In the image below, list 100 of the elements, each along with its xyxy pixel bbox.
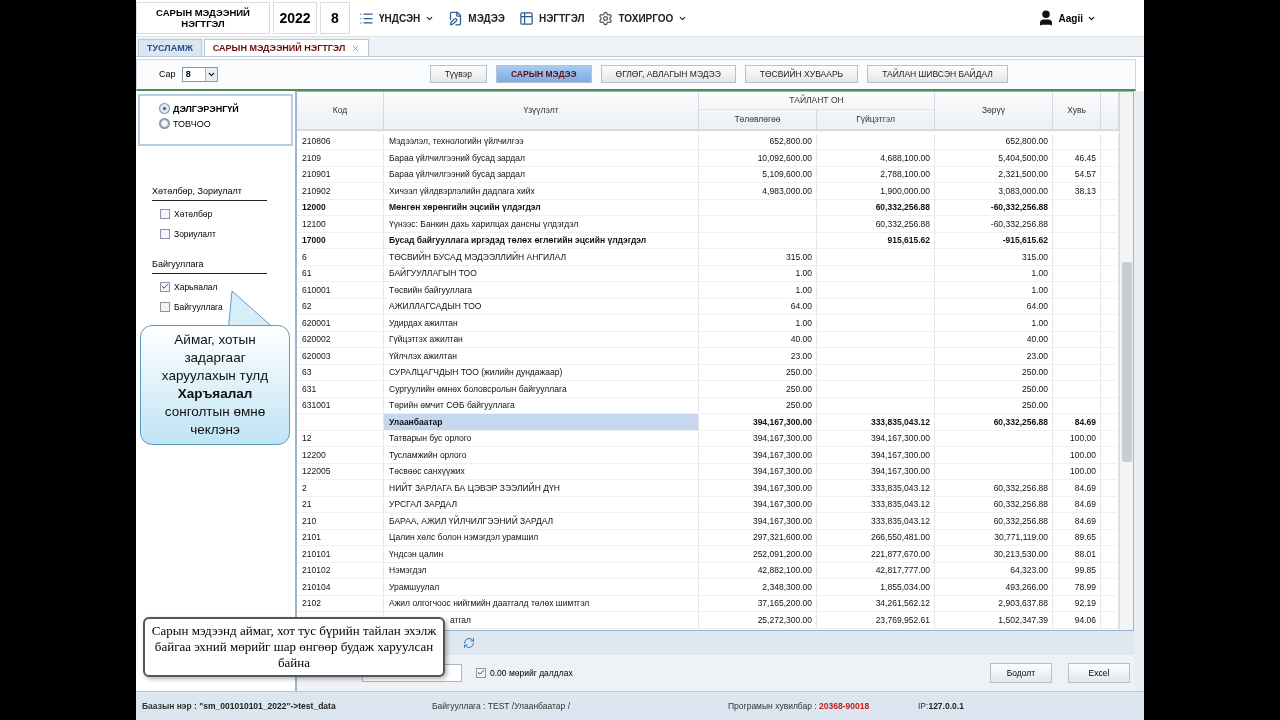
table-cell: БАРАА, АЖИЛ ҮЙЛЧИЛГЭЭНИЙ ЗАРДАЛ <box>384 513 699 529</box>
table-cell: СУРАЛЦАГЧДЫН ТОО (жилийн дундажаар) <box>384 364 699 381</box>
action-button[interactable]: Excel <box>1068 662 1130 683</box>
table-cell: 84.69 <box>1053 414 1101 430</box>
table-cell: 61 <box>297 265 384 282</box>
month-select[interactable]: 8 <box>181 66 218 82</box>
menu-item[interactable]: ҮНДСЭН <box>359 10 435 26</box>
checkbox[interactable] <box>476 667 486 678</box>
checkmark-icon <box>477 668 485 678</box>
table-cell: 92.19 <box>1053 595 1101 612</box>
table-cell: 1.00 <box>699 282 817 298</box>
hint-tooltip: Аймаг, хотын задаргааг харуулахын тулд Харъяалал сонголтын өмнө чеклэнэ <box>140 325 290 445</box>
refresh-icon[interactable] <box>463 636 475 649</box>
view-button[interactable]: ТӨСВИЙН ХУВААРЬ <box>744 65 859 84</box>
table-cell: 2 <box>297 480 384 496</box>
table-cell: -60,332,256.88 <box>935 199 1053 216</box>
table-cell: 250.00 <box>699 381 817 397</box>
table-cell: 2102 <box>297 595 384 612</box>
table-cell: -915,615.62 <box>935 232 1053 249</box>
list-icon <box>359 10 374 26</box>
table-cell: 2109 <box>297 150 384 166</box>
view-button[interactable]: ТАЙЛАН ШИВСЭН БАЙДАЛ <box>867 65 1008 84</box>
table-cell: 631001 <box>297 397 384 414</box>
table-cell: 2101 <box>297 529 384 546</box>
table-cell: 23.00 <box>699 348 817 364</box>
table-cell: 100.00 <box>1053 463 1101 480</box>
table-cell: 221,877,670.00 <box>817 546 935 562</box>
table-cell: 1.00 <box>699 315 817 331</box>
table-cell: 54.57 <box>1053 166 1101 183</box>
table-cell: 12 <box>297 430 384 447</box>
table-cell: 60,332,256.88 <box>935 496 1053 513</box>
note-tooltip: Сарын мэдээнд аймаг, хот тус бүрийн тайлан эхэлж байгаа эхний мөрийг шар өнгөөр будаж харуулсан байна <box>143 617 445 677</box>
table-icon <box>518 10 534 26</box>
table-cell: 63 <box>297 364 384 381</box>
table-cell: Мэдээлэл, технологийн үйлчилгээ <box>384 133 699 150</box>
table-cell: 394,167,300.00 <box>817 447 935 463</box>
table-cell: 210902 <box>297 183 384 199</box>
table-cell: 333,835,043.12 <box>817 414 935 430</box>
checkbox-label: Байгууллага <box>174 301 223 312</box>
status-text: Програмын хувилбар : 20368-90018 <box>728 700 871 711</box>
settings-icon <box>598 10 614 26</box>
table-cell: Ажил олгогчоос нийгмийн даатгалд төлөх шимтгэл <box>384 595 699 612</box>
table-cell: Удирдах ажилтан <box>384 315 699 331</box>
checkbox[interactable] <box>160 208 170 219</box>
group-title: Байгууллага <box>152 258 267 274</box>
table-cell: 210901 <box>297 166 384 183</box>
table-cell: 1.00 <box>699 265 817 282</box>
radio-label: ДЭЛГЭРЭНГҮЙ <box>173 103 239 114</box>
view-button[interactable]: ӨГЛӨГ, АВЛАГЫН МЭДЭЭ <box>600 65 736 84</box>
table-cell: Төсвийн байгууллага <box>384 282 699 298</box>
view-button[interactable]: САРЫН МЭДЭЭ <box>495 65 592 84</box>
table-cell: 60,332,256.88 <box>935 414 1053 430</box>
table-cell: 46.45 <box>1053 150 1101 166</box>
table-cell: 10,092,600.00 <box>699 150 817 166</box>
table-cell: 333,835,043.12 <box>817 480 935 496</box>
radio-button[interactable] <box>160 119 169 129</box>
table-cell: 315.00 <box>935 249 1053 265</box>
column-header: Зөрүү <box>935 91 1053 130</box>
table-cell: 12200 <box>297 447 384 463</box>
table-cell: 394,167,300.00 <box>699 414 817 430</box>
column-header: Үзүүлэлт <box>384 91 699 130</box>
table-cell: ТӨСВИЙН БУСАД МЭДЭЭЛЛИЙН АНГИЛАЛ <box>384 249 699 265</box>
table-cell: Бараа үйлчилгээний бусад зардал <box>384 166 699 183</box>
checkbox[interactable] <box>160 301 170 312</box>
action-button[interactable]: Бодолт <box>990 662 1052 683</box>
table-cell: 210806 <box>297 133 384 150</box>
table-cell: 394,167,300.00 <box>817 463 935 480</box>
table-cell: БАЙГУУЛЛАГЫН ТОО <box>384 265 699 282</box>
menu-item[interactable]: МЭДЭЭ <box>448 10 505 26</box>
menu-item[interactable]: ТОХИРГОО <box>598 10 688 26</box>
tab[interactable]: САРЫН МЭДЭЭНИЙ НЭГТГЭЛ <box>203 39 370 57</box>
table-cell: 315.00 <box>699 249 817 265</box>
table-cell: Хичээл үйлдвэрлэлийн дадлага хийх <box>384 183 699 199</box>
table-cell: 620001 <box>297 315 384 331</box>
scrollbar[interactable] <box>1119 91 1133 630</box>
view-button[interactable]: Түүвэр <box>429 65 487 84</box>
table-cell: 652,800.00 <box>699 133 817 150</box>
column-header: Код <box>297 91 384 130</box>
table-cell: 394,167,300.00 <box>699 496 817 513</box>
table-cell: 17000 <box>297 232 384 249</box>
table-cell: 12100 <box>297 216 384 232</box>
table-cell: Үүнээс: Банкин дахь харилцах дансны үлдэгдэл <box>384 216 699 232</box>
table-cell: 333,835,043.12 <box>817 513 935 529</box>
table-cell: Улаанбаатар <box>384 414 699 430</box>
app-title: САРЫН МЭДЭЭНИЙ НЭГТГЭЛ <box>136 2 270 35</box>
close-icon[interactable] <box>351 43 361 53</box>
checkbox[interactable] <box>160 228 170 239</box>
radio-label: ТОВЧОО <box>173 118 211 129</box>
table-cell: Гүйцэтгэх ажилтан <box>384 331 699 348</box>
table-cell: 64.00 <box>699 298 817 315</box>
column-group-header: ТАЙЛАНТ ОН <box>699 91 935 110</box>
user-menu[interactable]: Aagii <box>1036 2 1096 35</box>
column-header: Төлөвлөгөө <box>699 109 817 130</box>
table-cell: Сургуулийн өмнөх боловсролын байгууллага <box>384 381 699 397</box>
table-cell: 94.06 <box>1053 612 1101 628</box>
checkbox[interactable] <box>160 281 170 292</box>
tab[interactable]: ТУСЛАМЖ <box>138 39 202 57</box>
table-cell: 34,261,562.12 <box>817 595 935 612</box>
table-cell: 210104 <box>297 579 384 595</box>
menu-item[interactable]: НЭГТГЭЛ <box>518 10 585 26</box>
